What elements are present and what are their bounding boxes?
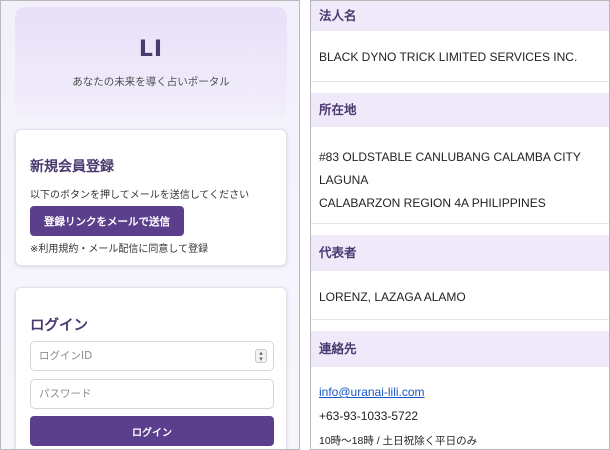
representative-value: LORENZ, LAZAGA ALAMO [319,290,466,304]
site-logo: LI [138,37,164,62]
divider [311,319,609,320]
company-name-heading: 法人名 [311,1,609,31]
password-input[interactable]: パスワード [30,379,274,409]
register-description: 以下のボタンを押してメールを送信してください [30,190,250,201]
representative-heading: 代表者 [311,235,609,271]
divider [311,223,609,224]
address-line: LAGUNA [319,173,369,187]
contact-heading: 連絡先 [311,331,609,367]
screenshot-frame: LI あなたの未来を導く占いポータル 新規会員登録 以下のボタンを押してメールを… [0,0,610,450]
send-register-link-button[interactable]: 登録リンクをメールで送信 [30,206,184,236]
address-value: #83 OLDSTABLE CANLUBANG CALAMBA CITY LAG… [319,146,609,215]
password-placeholder: パスワード [39,388,92,400]
register-card: 新規会員登録 以下のボタンを押してメールを送信してください 登録リンクをメールで… [15,129,287,266]
contact-hours: 10時〜18時 / 土日祝除く平日のみ [319,435,478,447]
site-tagline: あなたの未来を導く占いポータル [72,76,230,88]
divider [311,81,609,82]
company-name-value: BLACK DYNO TRICK LIMITED SERVICES INC. [319,50,578,64]
portal-panel: LI あなたの未来を導く占いポータル 新規会員登録 以下のボタンを押してメールを… [0,0,300,450]
login-id-input[interactable]: ログインID ▴ ▾ [30,341,274,371]
login-id-placeholder: ログインID [39,350,93,362]
email-link-text[interactable]: info@uranai-lili.com [319,385,425,399]
company-info-panel: 法人名 BLACK DYNO TRICK LIMITED SERVICES IN… [310,0,610,450]
login-button[interactable]: ログイン [30,416,274,446]
contact-email-link[interactable]: info@uranai-lili.com [319,385,609,399]
register-consent-note: ※利用規約・メール配信に同意して登録 [30,244,209,255]
address-heading: 所在地 [311,93,609,127]
login-card: ログイン ログインID ▴ ▾ パスワード ログイン [15,287,287,449]
contact-phone: +63-93-1033-5722 [319,409,419,423]
address-line: #83 OLDSTABLE CANLUBANG CALAMBA CITY [319,150,581,164]
login-heading: ログイン [30,318,88,334]
hero-banner: LI あなたの未来を導く占いポータル [15,7,287,117]
spinner-icon[interactable]: ▴ ▾ [255,349,267,363]
register-heading: 新規会員登録 [30,159,114,175]
address-line: CALABARZON REGION 4A PHILIPPINES [319,196,546,210]
